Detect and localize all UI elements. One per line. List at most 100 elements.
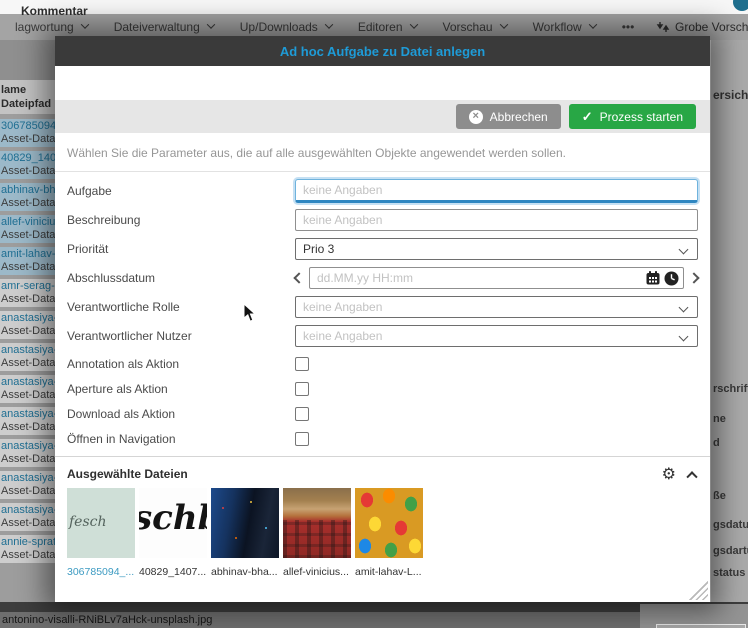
modal-header: Ad hoc Aufgabe zu Datei anlegen bbox=[55, 36, 710, 66]
file-name: anastasiya- bbox=[1, 312, 55, 325]
responsible-role-placeholder: keine Angaben bbox=[303, 300, 382, 314]
metadata-field-labels: rschrift ne d ße gsdatu gsdartu status bbox=[711, 40, 748, 628]
cancel-button-label: Abbrechen bbox=[490, 110, 548, 124]
file-name-label[interactable]: 40829_1407... bbox=[139, 566, 207, 578]
task-input[interactable] bbox=[295, 179, 698, 203]
list-item[interactable]: anastasiya- Asset-Data bbox=[0, 311, 55, 339]
selected-file[interactable]: fesch 306785094_... bbox=[67, 488, 135, 578]
menu-item-label: Up/Downloads bbox=[240, 20, 318, 34]
file-path: Asset-Data bbox=[1, 517, 55, 530]
file-list-header: lame Dateipfad bbox=[0, 80, 55, 114]
calendar-icon[interactable] bbox=[645, 270, 661, 286]
selected-file[interactable]: schbg 40829_1407... bbox=[139, 488, 207, 578]
file-list-panel: lame Dateipfad 306785094 Asset-Data 4082… bbox=[0, 40, 55, 612]
file-name: anastasiya- bbox=[1, 472, 55, 485]
column-header-name[interactable]: lame bbox=[1, 83, 55, 97]
list-item[interactable]: abhinav-bh Asset-Data bbox=[0, 183, 55, 211]
list-item[interactable]: allef-viniciu Asset-Data bbox=[0, 215, 55, 243]
list-item[interactable]: anastasiya- Asset-Data bbox=[0, 407, 55, 435]
file-thumbnail[interactable]: schbg bbox=[139, 488, 207, 558]
list-item[interactable]: anastasiya- Asset-Data bbox=[0, 471, 55, 499]
file-thumbnail[interactable] bbox=[211, 488, 279, 558]
checkbox-row: Öffnen in Navigation bbox=[67, 431, 698, 446]
checkbox-label: Öffnen in Navigation bbox=[67, 432, 295, 446]
bottom-divider bbox=[0, 602, 748, 612]
list-item[interactable]: anastasiya- Asset-Data bbox=[0, 375, 55, 403]
file-path: Asset-Data bbox=[1, 165, 55, 178]
file-name: abhinav-bh bbox=[1, 184, 55, 197]
chevron-down-icon bbox=[588, 20, 596, 28]
field-label-fragment: ne bbox=[713, 413, 726, 425]
column-header-path[interactable]: Dateipfad bbox=[1, 97, 55, 111]
file-name-label[interactable]: amit-lahav-L... bbox=[355, 566, 423, 578]
checkbox-label: Download als Aktion bbox=[67, 407, 295, 421]
checkbox[interactable] bbox=[295, 407, 309, 421]
cancel-button[interactable]: × Abbrechen bbox=[456, 104, 561, 129]
description-input[interactable] bbox=[295, 209, 698, 231]
chevron-down-icon bbox=[679, 332, 689, 342]
list-item[interactable]: 40829_140 Asset-Data bbox=[0, 151, 55, 179]
list-item[interactable]: anastasiya- Asset-Data bbox=[0, 343, 55, 371]
priority-select[interactable]: Prio 3 bbox=[295, 238, 698, 260]
file-thumbnail[interactable] bbox=[355, 488, 423, 558]
checkbox[interactable] bbox=[295, 382, 309, 396]
selected-files-row: fesch 306785094_... schbg 40829_1407... bbox=[67, 488, 698, 578]
file-path: Asset-Data bbox=[1, 261, 55, 274]
gear-icon[interactable]: ⚙ bbox=[662, 466, 676, 482]
duedate-input[interactable] bbox=[309, 267, 684, 289]
thumbnail-art-text: schbg bbox=[139, 498, 207, 538]
selected-file[interactable]: allef-vinicius... bbox=[283, 488, 351, 578]
file-path: Asset-Data bbox=[1, 229, 55, 242]
file-name-label[interactable]: abhinav-bha... bbox=[211, 566, 279, 578]
chevron-up-icon[interactable] bbox=[686, 471, 697, 482]
file-thumbnail[interactable] bbox=[283, 488, 351, 558]
list-item[interactable]: amit-lahav- Asset-Data bbox=[0, 247, 55, 275]
list-item[interactable]: 306785094 Asset-Data bbox=[0, 119, 55, 147]
checkbox-row: Aperture als Aktion bbox=[67, 381, 698, 396]
top-strip bbox=[0, 0, 748, 14]
comment-input[interactable] bbox=[656, 624, 746, 628]
date-prev-icon[interactable] bbox=[293, 272, 304, 283]
menu-item-label: lagwortung bbox=[15, 20, 74, 34]
file-path: Asset-Data bbox=[1, 389, 55, 402]
file-path: Asset-Data bbox=[1, 325, 55, 338]
action-checkboxes: Annotation als Aktion Aperture als Aktio… bbox=[55, 353, 710, 446]
chevron-down-icon bbox=[325, 20, 333, 28]
modal-resize-handle[interactable] bbox=[688, 580, 708, 600]
thumbnail-art-text: fesch bbox=[69, 514, 107, 530]
field-label-fragment: rschrift bbox=[713, 383, 748, 395]
start-process-button[interactable]: ✓ Prozess starten bbox=[569, 104, 696, 129]
list-item[interactable]: amr-serag- Asset-Data bbox=[0, 279, 55, 307]
date-next-icon[interactable] bbox=[688, 272, 699, 283]
file-thumbnail[interactable]: fesch bbox=[67, 488, 135, 558]
cancel-x-icon: × bbox=[469, 110, 483, 124]
responsible-role-label: Verantwortliche Rolle bbox=[67, 300, 295, 314]
file-name-label[interactable]: 306785094_... bbox=[67, 566, 135, 578]
list-item[interactable]: anastasiya- Asset-Data bbox=[0, 439, 55, 467]
responsible-role-select[interactable]: keine Angaben bbox=[295, 296, 698, 318]
responsible-user-select[interactable]: keine Angaben bbox=[295, 325, 698, 347]
modal-button-bar: × Abbrechen ✓ Prozess starten bbox=[55, 100, 710, 133]
file-name: 40829_140 bbox=[1, 152, 55, 165]
chevron-down-icon bbox=[679, 303, 689, 313]
field-label-fragment: gsdartu bbox=[713, 545, 748, 557]
checkbox[interactable] bbox=[295, 432, 309, 446]
menu-item-label: Dateiverwaltung bbox=[114, 20, 200, 34]
list-item[interactable]: annie-sprat Asset-Data bbox=[0, 535, 55, 563]
checkbox-row: Annotation als Aktion bbox=[67, 356, 698, 371]
list-item[interactable]: anastasiya- Asset-Data bbox=[0, 503, 55, 531]
field-label-fragment: status bbox=[713, 567, 745, 579]
field-label-fragment: d bbox=[713, 437, 720, 449]
clock-icon[interactable] bbox=[664, 271, 679, 286]
selected-file[interactable]: abhinav-bha... bbox=[211, 488, 279, 578]
file-name-label[interactable]: allef-vinicius... bbox=[283, 566, 351, 578]
file-name: 306785094 bbox=[1, 120, 55, 133]
metadata-panel: ersicht rschrift ne d ße gsdatu gsdartu … bbox=[710, 40, 748, 628]
adhoc-task-modal: Ad hoc Aufgabe zu Datei anlegen × Abbrec… bbox=[55, 36, 710, 602]
file-row-partial[interactable]: antonino-visalli-RNiBLv7aHck-unsplash.jp… bbox=[0, 612, 748, 628]
checkbox[interactable] bbox=[295, 357, 309, 371]
menu-item-label: Editoren bbox=[358, 20, 403, 34]
file-path: Asset-Data bbox=[1, 357, 55, 370]
selected-file[interactable]: amit-lahav-L... bbox=[355, 488, 423, 578]
form-row-task: Aufgabe bbox=[67, 179, 698, 203]
